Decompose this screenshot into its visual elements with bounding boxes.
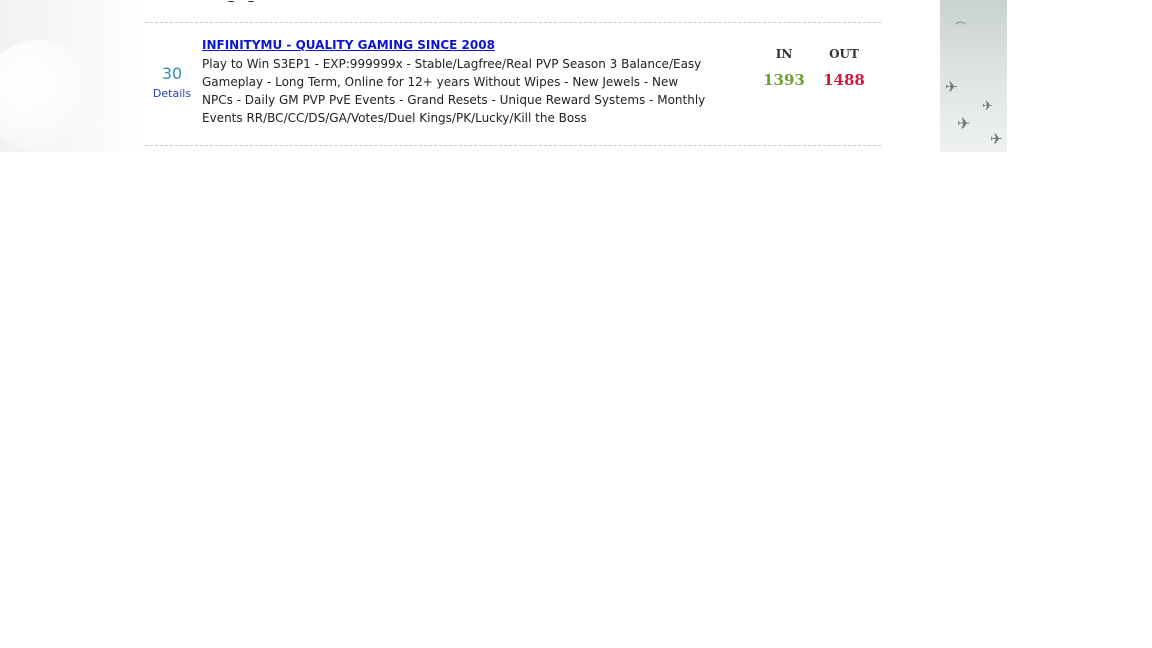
out-votes-label: OUT [829,47,859,61]
bird-icon: ⌒ [955,21,966,34]
bird-icon: ✈ [945,78,958,96]
server-title-link[interactable]: INFINITYMU - QUALITY GAMING SINCE 2008 [202,38,495,52]
background-swirl [0,40,100,150]
server-rank: 30 [161,64,183,83]
previous-row-cutoff-text [228,0,272,2]
left-background-decoration [0,0,145,152]
bird-icon: ✈ [957,114,971,133]
content-band: ⌒ ✈ ✈ ✈ ✈ 30 Details INFINITYMU - QUALIT… [0,0,1152,152]
bird-icon: ✈ [990,130,1003,148]
row-divider-top [145,22,881,23]
page: ⌒ ✈ ✈ ✈ ✈ 30 Details INFINITYMU - QUALIT… [0,0,1152,648]
right-background-decoration: ⌒ ✈ ✈ ✈ ✈ [940,0,1007,152]
out-votes-value: 1488 [823,71,865,89]
server-description: Play to Win S3EP1 - EXP:999999x - Stable… [202,57,706,125]
row-divider-bottom [145,145,881,146]
details-link[interactable]: Details [148,87,196,100]
in-votes-label: IN [775,47,793,61]
bird-icon: ✈ [982,99,993,114]
in-votes-value: 1393 [763,71,805,89]
